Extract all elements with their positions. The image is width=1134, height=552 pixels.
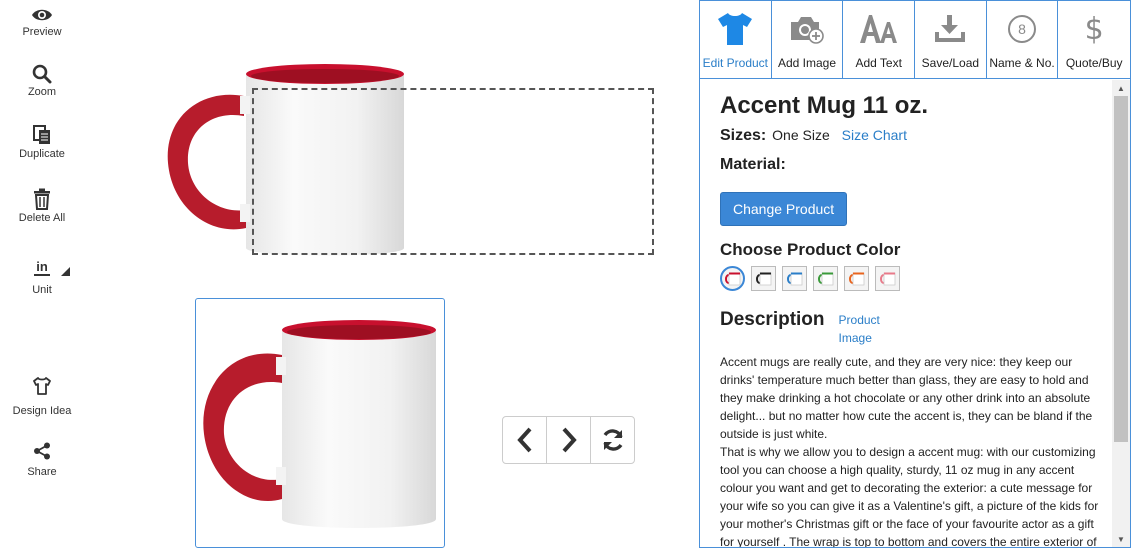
tab-name-number-label: Name & No. xyxy=(989,56,1055,70)
eye-icon xyxy=(32,9,52,21)
unit-value: in xyxy=(34,259,50,276)
mug-swatch-icon xyxy=(879,272,895,285)
mug-swatch-icon xyxy=(724,272,740,285)
mug-swatch-icon xyxy=(848,272,864,285)
color-swatch[interactable] xyxy=(875,266,900,291)
color-swatch[interactable] xyxy=(844,266,869,291)
change-product-button[interactable]: Change Product xyxy=(720,192,848,226)
color-swatch[interactable] xyxy=(751,266,776,291)
mug-thumbnail-image xyxy=(203,320,436,528)
chevron-right-icon xyxy=(562,427,577,453)
print-area-boundary[interactable] xyxy=(252,88,654,255)
tab-name-number[interactable]: 8 Name & No. xyxy=(987,1,1059,78)
tshirt-icon xyxy=(718,13,753,45)
preview-button[interactable]: Preview xyxy=(0,6,84,38)
product-details: Accent Mug 11 oz. Sizes: One Size Size C… xyxy=(700,80,1112,547)
product-thumbnail[interactable] xyxy=(195,298,445,548)
number-badge: 8 xyxy=(1018,21,1026,37)
copy-icon xyxy=(33,125,50,144)
description-heading: Description xyxy=(720,309,825,330)
panel-scrollbar[interactable]: ▲ ▼ xyxy=(1112,80,1130,547)
next-view-button[interactable] xyxy=(547,417,591,463)
delete-all-label: Delete All xyxy=(18,212,66,224)
mug-swatch-icon xyxy=(755,272,771,285)
rotate-view-button[interactable] xyxy=(591,417,634,463)
preview-label: Preview xyxy=(22,26,62,38)
previous-view-button[interactable] xyxy=(503,417,547,463)
share-label: Share xyxy=(27,466,57,478)
zoom-label: Zoom xyxy=(27,86,57,98)
scroll-thumb[interactable] xyxy=(1114,96,1128,442)
color-swatch[interactable] xyxy=(720,266,745,291)
color-swatch[interactable] xyxy=(813,266,838,291)
scroll-up-arrow[interactable]: ▲ xyxy=(1112,80,1130,96)
tab-save-load-label: Save/Load xyxy=(921,56,980,70)
tab-edit-product-label: Edit Product xyxy=(702,56,769,70)
tab-quote-buy-label: Quote/Buy xyxy=(1065,56,1123,70)
color-heading: Choose Product Color xyxy=(720,240,901,259)
tab-add-text-label: Add Text xyxy=(855,56,902,70)
duplicate-button[interactable]: Duplicate xyxy=(0,124,84,160)
tab-add-image-label: Add Image xyxy=(777,56,837,70)
color-swatches xyxy=(720,266,1112,291)
share-icon xyxy=(34,442,50,460)
search-icon xyxy=(32,64,52,84)
trash-icon xyxy=(34,188,50,210)
camera-plus-icon xyxy=(791,17,824,44)
description-text: Accent mugs are really cute, and they ar… xyxy=(720,355,1093,441)
tab-edit-product[interactable]: Edit Product xyxy=(700,1,772,78)
mug-swatch-icon xyxy=(817,272,833,285)
delete-all-button[interactable]: Delete All xyxy=(0,188,84,224)
view-navigation-group xyxy=(502,416,635,464)
duplicate-label: Duplicate xyxy=(19,148,65,160)
description-text-2: That is why we allow you to design a acc… xyxy=(720,445,1099,547)
tab-add-text[interactable]: Add Text xyxy=(843,1,916,78)
design-idea-label: Design Idea xyxy=(12,405,72,417)
zoom-button[interactable]: Zoom xyxy=(0,64,84,98)
product-panel: Edit Product Add Image Add Text Save/Loa… xyxy=(699,0,1131,548)
refresh-icon xyxy=(602,429,623,451)
tab-save-load[interactable]: Save/Load xyxy=(915,1,987,78)
tab-quote-buy[interactable]: $ Quote/Buy xyxy=(1058,1,1130,78)
material-label: Material: xyxy=(720,156,786,173)
panel-tabs: Edit Product Add Image Add Text Save/Loa… xyxy=(700,1,1130,79)
unit-label: Unit xyxy=(32,284,52,296)
tab-add-image[interactable]: Add Image xyxy=(772,1,844,78)
product-image-link[interactable]: Product Image xyxy=(839,311,889,347)
dropdown-triangle-icon xyxy=(61,267,70,276)
size-chart-link[interactable]: Size Chart xyxy=(842,127,907,143)
share-button[interactable]: Share xyxy=(0,442,84,478)
product-title: Accent Mug 11 oz. xyxy=(720,92,929,119)
mug-swatch-icon xyxy=(786,272,802,285)
number-circle-icon: 8 xyxy=(1008,15,1037,43)
color-swatch[interactable] xyxy=(782,266,807,291)
chevron-left-icon xyxy=(516,427,531,453)
sizes-value: One Size xyxy=(772,127,830,143)
text-aa-icon xyxy=(859,15,897,43)
design-idea-button[interactable]: Design Idea xyxy=(0,377,84,417)
scroll-down-arrow[interactable]: ▼ xyxy=(1112,531,1130,547)
download-icon xyxy=(935,15,966,42)
sizes-label: Sizes: xyxy=(720,127,767,144)
tshirt-icon xyxy=(33,377,51,395)
unit-button[interactable]: in Unit xyxy=(0,258,84,296)
dollar-icon: $ xyxy=(1084,11,1104,47)
